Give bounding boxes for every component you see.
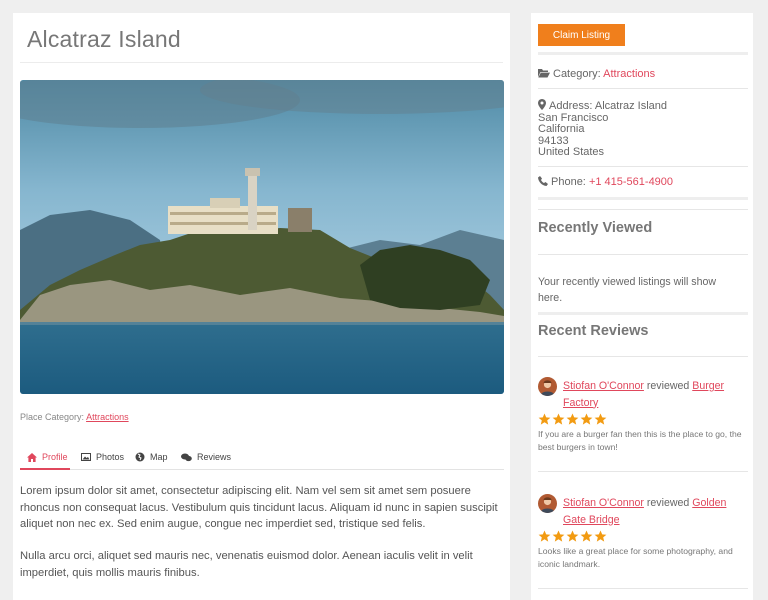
review-author-link[interactable]: Stiofan O'Connor <box>563 380 644 392</box>
place-category-label: Place Category: <box>20 412 85 422</box>
divider <box>538 197 748 200</box>
tab-label: Reviews <box>197 452 232 462</box>
star-icon <box>594 413 607 425</box>
alcatraz-photo-image <box>20 80 504 394</box>
sidebar: Claim Listing Category: Attractions Addr… <box>531 13 753 600</box>
divider <box>538 209 748 210</box>
place-category-link[interactable]: Attractions <box>86 412 129 422</box>
phone-icon <box>538 176 548 186</box>
review-headline: Stiofan O'Connor reviewed Burger Factory <box>563 378 743 411</box>
phone-row: Phone: +1 415-561-4900 <box>538 176 673 189</box>
divider <box>538 356 748 357</box>
avatar-image <box>538 494 557 513</box>
divider <box>538 588 748 589</box>
star-icon <box>552 530 565 542</box>
divider <box>538 254 748 255</box>
review-verb: reviewed <box>646 497 690 509</box>
category-label: Category: <box>553 68 601 80</box>
comments-icon <box>181 453 192 461</box>
active-tab-indicator <box>20 468 70 470</box>
recently-viewed-empty-text: Your recently viewed listings will show … <box>538 276 717 304</box>
divider <box>538 312 748 315</box>
divider <box>20 62 503 63</box>
description-paragraph: Lorem ipsum dolor sit amet, consectetur … <box>20 485 498 530</box>
review-headline: Stiofan O'Connor reviewed Golden Gate Br… <box>563 495 743 528</box>
page-title: Alcatraz Island <box>27 26 181 52</box>
listing-photo[interactable] <box>20 80 504 394</box>
review-author-link[interactable]: Stiofan O'Connor <box>563 497 644 509</box>
star-icon <box>566 530 579 542</box>
home-icon <box>27 452 37 462</box>
category-link[interactable]: Attractions <box>603 68 655 80</box>
avatar[interactable] <box>538 494 557 513</box>
star-icon <box>538 413 551 425</box>
rating-stars <box>538 530 607 543</box>
globe-icon <box>135 452 145 462</box>
recently-viewed-title: Recently Viewed <box>538 220 653 236</box>
tab-label: Map <box>150 452 168 462</box>
listing-tabs: Profile Photos Map Reviews <box>20 449 504 470</box>
tab-label: Profile <box>42 452 68 462</box>
address-country: United States <box>538 146 605 159</box>
star-icon <box>566 413 579 425</box>
tab-profile[interactable]: Profile <box>27 452 68 462</box>
avatar[interactable] <box>538 377 557 396</box>
divider <box>538 166 748 167</box>
divider <box>538 471 748 472</box>
review-text: Looks like a great place for some photog… <box>538 546 733 570</box>
star-icon <box>580 413 593 425</box>
recent-reviews-title: Recent Reviews <box>538 323 649 339</box>
tab-reviews[interactable]: Reviews <box>181 452 231 462</box>
address-label: Address: <box>549 100 593 112</box>
image-icon <box>81 453 91 461</box>
claim-listing-button[interactable]: Claim Listing <box>538 24 625 46</box>
review-verb: reviewed <box>646 380 690 392</box>
folder-open-icon <box>538 69 550 78</box>
tab-photos[interactable]: Photos <box>81 452 124 462</box>
address-line: Alcatraz Island <box>594 100 668 112</box>
review-text: If you are a burger fan then this is the… <box>538 429 742 453</box>
description-paragraph: Nulla arcu orci, aliquet sed mauris nec,… <box>20 550 473 579</box>
divider <box>538 88 748 89</box>
divider <box>538 52 748 55</box>
avatar-image <box>538 377 557 396</box>
tab-label: Photos <box>96 452 125 462</box>
star-icon <box>538 530 551 542</box>
listing-card: Alcatraz Island Place Category: Attracti… <box>13 13 510 600</box>
phone-link[interactable]: +1 415-561-4900 <box>589 176 673 188</box>
phone-label: Phone: <box>551 176 586 188</box>
address-block: Address: Alcatraz Island San Francisco C… <box>538 99 667 159</box>
map-marker-icon <box>538 99 546 110</box>
page: Alcatraz Island Place Category: Attracti… <box>0 0 768 600</box>
tab-map[interactable]: Map <box>135 452 168 462</box>
star-icon <box>580 530 593 542</box>
place-category: Place Category: Attractions <box>20 412 129 422</box>
category-row: Category: Attractions <box>538 68 655 81</box>
rating-stars <box>538 413 607 426</box>
star-icon <box>594 530 607 542</box>
star-icon <box>552 413 565 425</box>
